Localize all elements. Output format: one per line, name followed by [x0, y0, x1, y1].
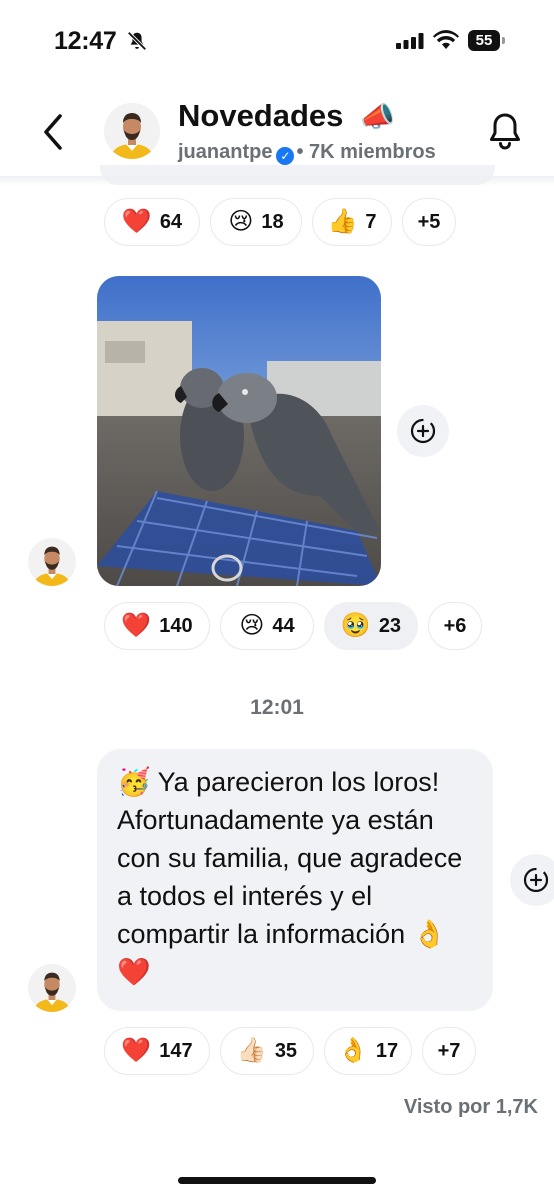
battery-icon: 55: [468, 30, 506, 51]
reaction-bar: ❤️ 64 😢 18 👍 7 +5: [104, 198, 456, 246]
channel-owner: juanantpe: [178, 141, 273, 163]
add-reaction-button[interactable]: [397, 405, 449, 457]
add-reaction-icon: [523, 867, 549, 893]
add-reaction-icon: [410, 418, 436, 444]
reaction-crying[interactable]: 😢 44: [220, 602, 314, 650]
channel-subtitle[interactable]: juanantpe ✓ • 7K miembros: [178, 141, 436, 165]
add-reaction-button[interactable]: [510, 854, 554, 906]
wifi-icon: [433, 30, 459, 49]
cellular-signal-icon: [396, 33, 424, 49]
seen-by[interactable]: Visto por 1,7K: [404, 1096, 538, 1119]
reaction-thumbs-up[interactable]: 👍🏻 35: [220, 1027, 314, 1075]
reaction-holding-tears[interactable]: 🥹 23: [324, 602, 418, 650]
reaction-thumbs-up[interactable]: 👍 7: [312, 198, 392, 246]
message-timestamp: 12:01: [250, 696, 304, 719]
chevron-left-icon[interactable]: [38, 112, 68, 152]
megaphone-icon: 📣: [360, 101, 395, 132]
message-bubble[interactable]: 🥳 Ya parecieron los loros! Afortunadamen…: [97, 749, 493, 1011]
sender-avatar[interactable]: [28, 538, 76, 586]
reaction-more[interactable]: +5: [402, 198, 456, 246]
reaction-bar: ❤️ 147 👍🏻 35 👌 17 +7: [104, 1027, 476, 1075]
sender-avatar[interactable]: [28, 964, 76, 1012]
status-time: 12:47: [54, 27, 117, 55]
battery-level: 55: [468, 30, 500, 51]
header-divider: [0, 176, 554, 186]
channel-title: Novedades: [178, 98, 344, 133]
reaction-bar: ❤️ 140 😢 44 🥹 23 +6: [104, 602, 482, 650]
message-text: 🥳 Ya parecieron los loros! Afortunadamen…: [117, 767, 463, 987]
bell-icon[interactable]: [484, 110, 526, 152]
reaction-heart[interactable]: ❤️ 140: [104, 602, 210, 650]
home-indicator[interactable]: [178, 1177, 376, 1184]
reaction-more[interactable]: +6: [428, 602, 482, 650]
verified-badge-icon: ✓: [276, 147, 295, 165]
reaction-crying[interactable]: 😢 18: [210, 198, 302, 246]
reaction-heart[interactable]: ❤️ 147: [104, 1027, 210, 1075]
reaction-heart[interactable]: ❤️ 64: [104, 198, 200, 246]
bell-slash-icon: [127, 31, 147, 51]
member-count: • 7K miembros: [296, 141, 436, 163]
channel-avatar[interactable]: [104, 103, 160, 159]
reaction-more[interactable]: +7: [422, 1027, 476, 1075]
reaction-ok-hand[interactable]: 👌 17: [324, 1027, 412, 1075]
partying-face-emoji: 🥳: [117, 767, 151, 797]
parrots-photo[interactable]: [97, 276, 381, 586]
